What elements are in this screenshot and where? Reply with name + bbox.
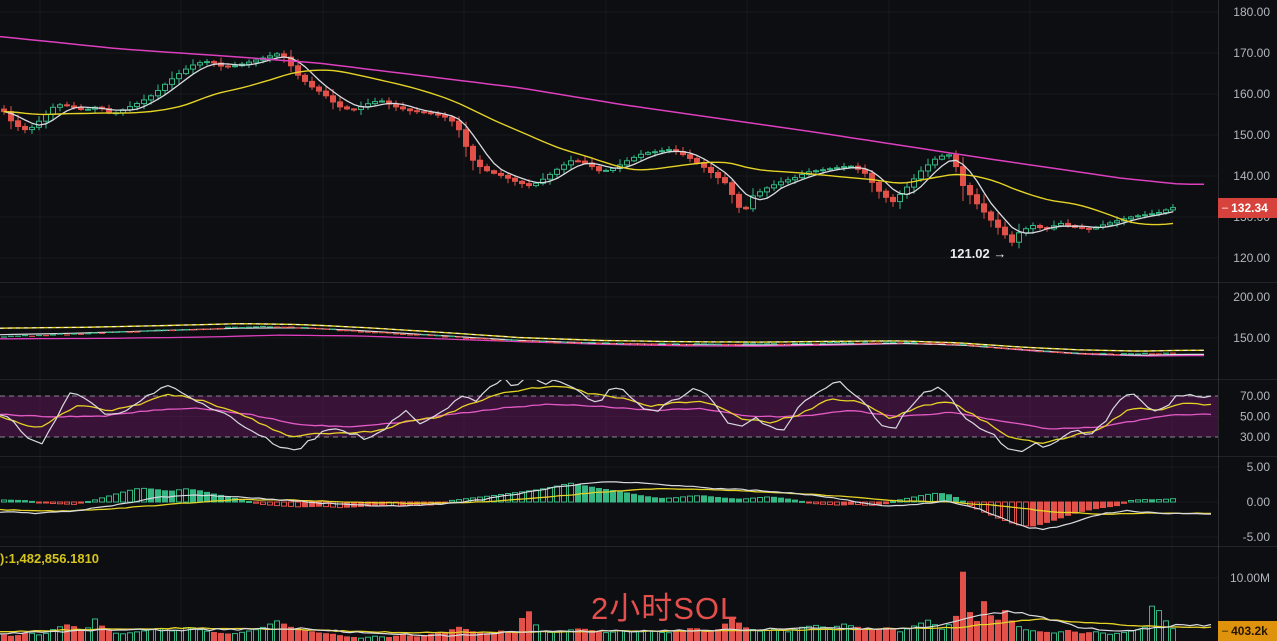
- axis-tick-label: -5.00: [1243, 530, 1271, 544]
- axis-tick-label: 140.00: [1233, 169, 1270, 183]
- volume-badge-tick: –: [1222, 625, 1228, 637]
- last-volume-badge: – 403.2k: [1218, 621, 1277, 641]
- axis-tick-label: 150.00: [1233, 128, 1270, 142]
- axis-tick-label: 160.00: [1233, 87, 1270, 101]
- axis-tick-label: 170.00: [1233, 46, 1270, 60]
- low-price-annotation: 121.02 →: [950, 246, 1006, 261]
- axis-tick-label: 70.00: [1240, 389, 1270, 403]
- trading-chart-page: { "labels": { "watermark": "2小时SOL", "vo…: [0, 0, 1277, 641]
- axis-tick-label: 0.00: [1247, 495, 1271, 509]
- last-price-badge: – 132.34: [1218, 198, 1277, 218]
- axis-tick-label: 50.00: [1240, 410, 1270, 424]
- price-chart-canvas[interactable]: 180.00170.00160.00150.00140.00130.00120.…: [0, 0, 1277, 641]
- axis-tick-label: 5.00: [1247, 460, 1271, 474]
- axis-tick-label: 30.00: [1240, 430, 1270, 444]
- axis-tick-label: 150.00: [1233, 331, 1270, 345]
- price-badge-value: 132.34: [1231, 201, 1268, 215]
- axis-tick-label: 10.00M: [1230, 571, 1270, 585]
- timeframe-symbol-watermark: 2小时SOL: [591, 583, 738, 628]
- volume-indicator-value: ):1,482,856.1810: [0, 551, 99, 566]
- axis-tick-label: 180.00: [1233, 5, 1270, 19]
- chart-background: [0, 0, 1277, 641]
- price-badge-tick: –: [1222, 202, 1228, 214]
- axis-tick-label: 200.00: [1233, 290, 1270, 304]
- axis-tick-label: 120.00: [1233, 251, 1270, 265]
- volume-badge-value: 403.2k: [1231, 624, 1268, 638]
